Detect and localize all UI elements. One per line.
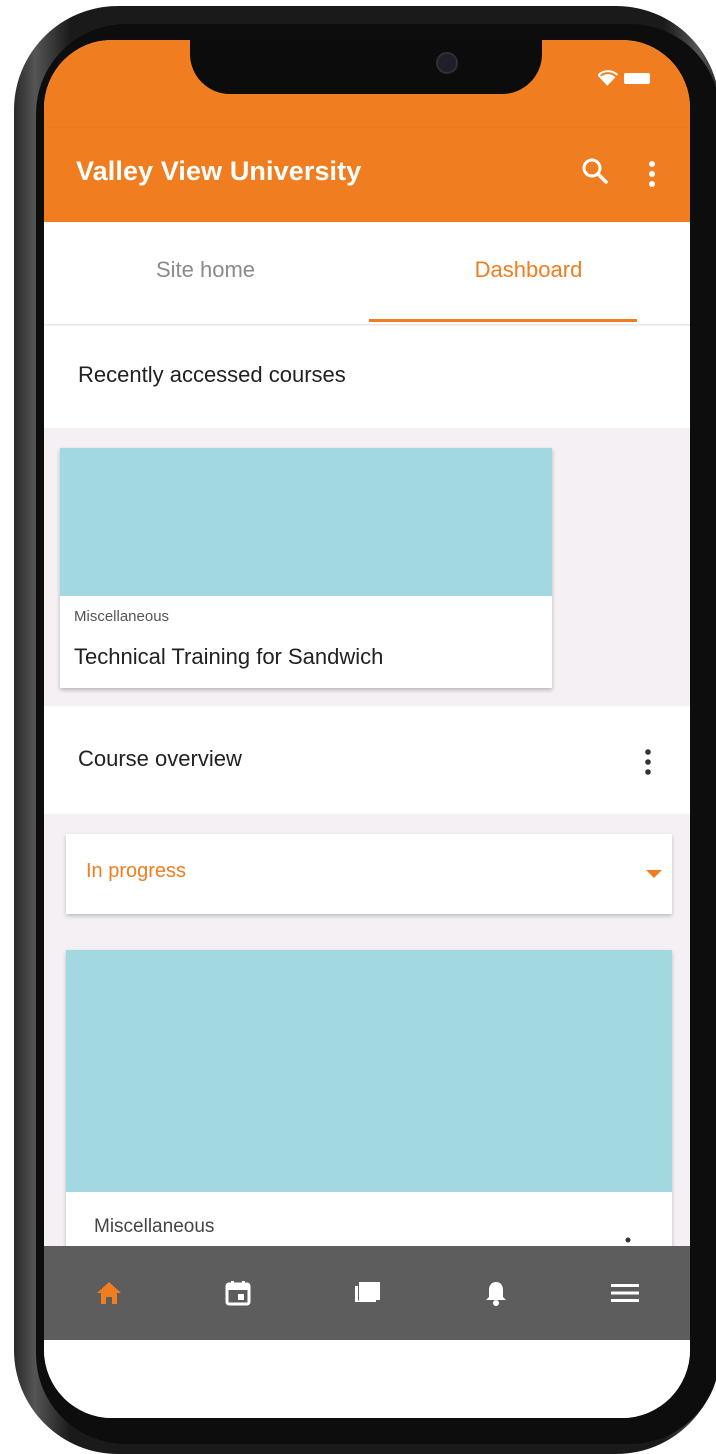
nav-calendar[interactable]	[173, 1246, 302, 1340]
tab-bar: Site home Dashboard	[44, 222, 690, 325]
app-screen: Valley View University Site home Dashboa…	[44, 40, 690, 1418]
nav-notifications[interactable]	[431, 1246, 560, 1340]
course-category: Miscellaneous	[94, 1216, 215, 1237]
course-overview-title: Course overview	[78, 746, 242, 771]
overview-course-card[interactable]: Miscellaneous	[66, 950, 672, 1290]
tab-site-home[interactable]: Site home	[44, 222, 367, 324]
wifi-icon	[598, 70, 618, 86]
nav-home[interactable]	[44, 1246, 173, 1340]
recently-accessed-title: Recently accessed courses	[78, 362, 346, 387]
nav-more[interactable]	[560, 1246, 689, 1340]
course-overview-header: Course overview	[44, 706, 690, 814]
calendar-icon	[225, 1281, 250, 1306]
notifications-icon	[485, 1282, 506, 1306]
status-bar	[44, 40, 690, 128]
recently-accessed-header: Recently accessed courses	[44, 326, 690, 428]
course-category: Miscellaneous	[74, 608, 170, 625]
home-icon	[96, 1282, 121, 1304]
course-name: Technical Training for Sandwich	[74, 644, 384, 669]
battery-icon	[624, 72, 650, 84]
course-overview-more-icon[interactable]	[642, 744, 654, 780]
more-options-icon[interactable]	[642, 156, 662, 192]
course-image	[66, 950, 672, 1192]
search-icon[interactable]	[580, 156, 610, 186]
messages-icon	[354, 1282, 380, 1304]
front-camera	[436, 52, 458, 74]
recent-course-card[interactable]: Miscellaneous Technical Training for San…	[60, 448, 552, 688]
status-icons	[598, 70, 650, 86]
filter-selected-value: In progress	[86, 860, 187, 882]
course-image	[60, 448, 552, 596]
phone-notch	[190, 40, 542, 94]
screen-bottom-area	[44, 1340, 690, 1418]
dropdown-caret-icon	[646, 870, 662, 878]
active-tab-indicator	[369, 319, 637, 322]
menu-icon	[610, 1284, 639, 1302]
app-bar: Valley View University	[44, 128, 690, 222]
nav-messages[interactable]	[302, 1246, 431, 1340]
bottom-navigation	[44, 1246, 690, 1340]
course-filter-select[interactable]: In progress	[66, 834, 672, 914]
tab-dashboard[interactable]: Dashboard	[367, 222, 690, 324]
app-title: Valley View University	[76, 156, 362, 186]
